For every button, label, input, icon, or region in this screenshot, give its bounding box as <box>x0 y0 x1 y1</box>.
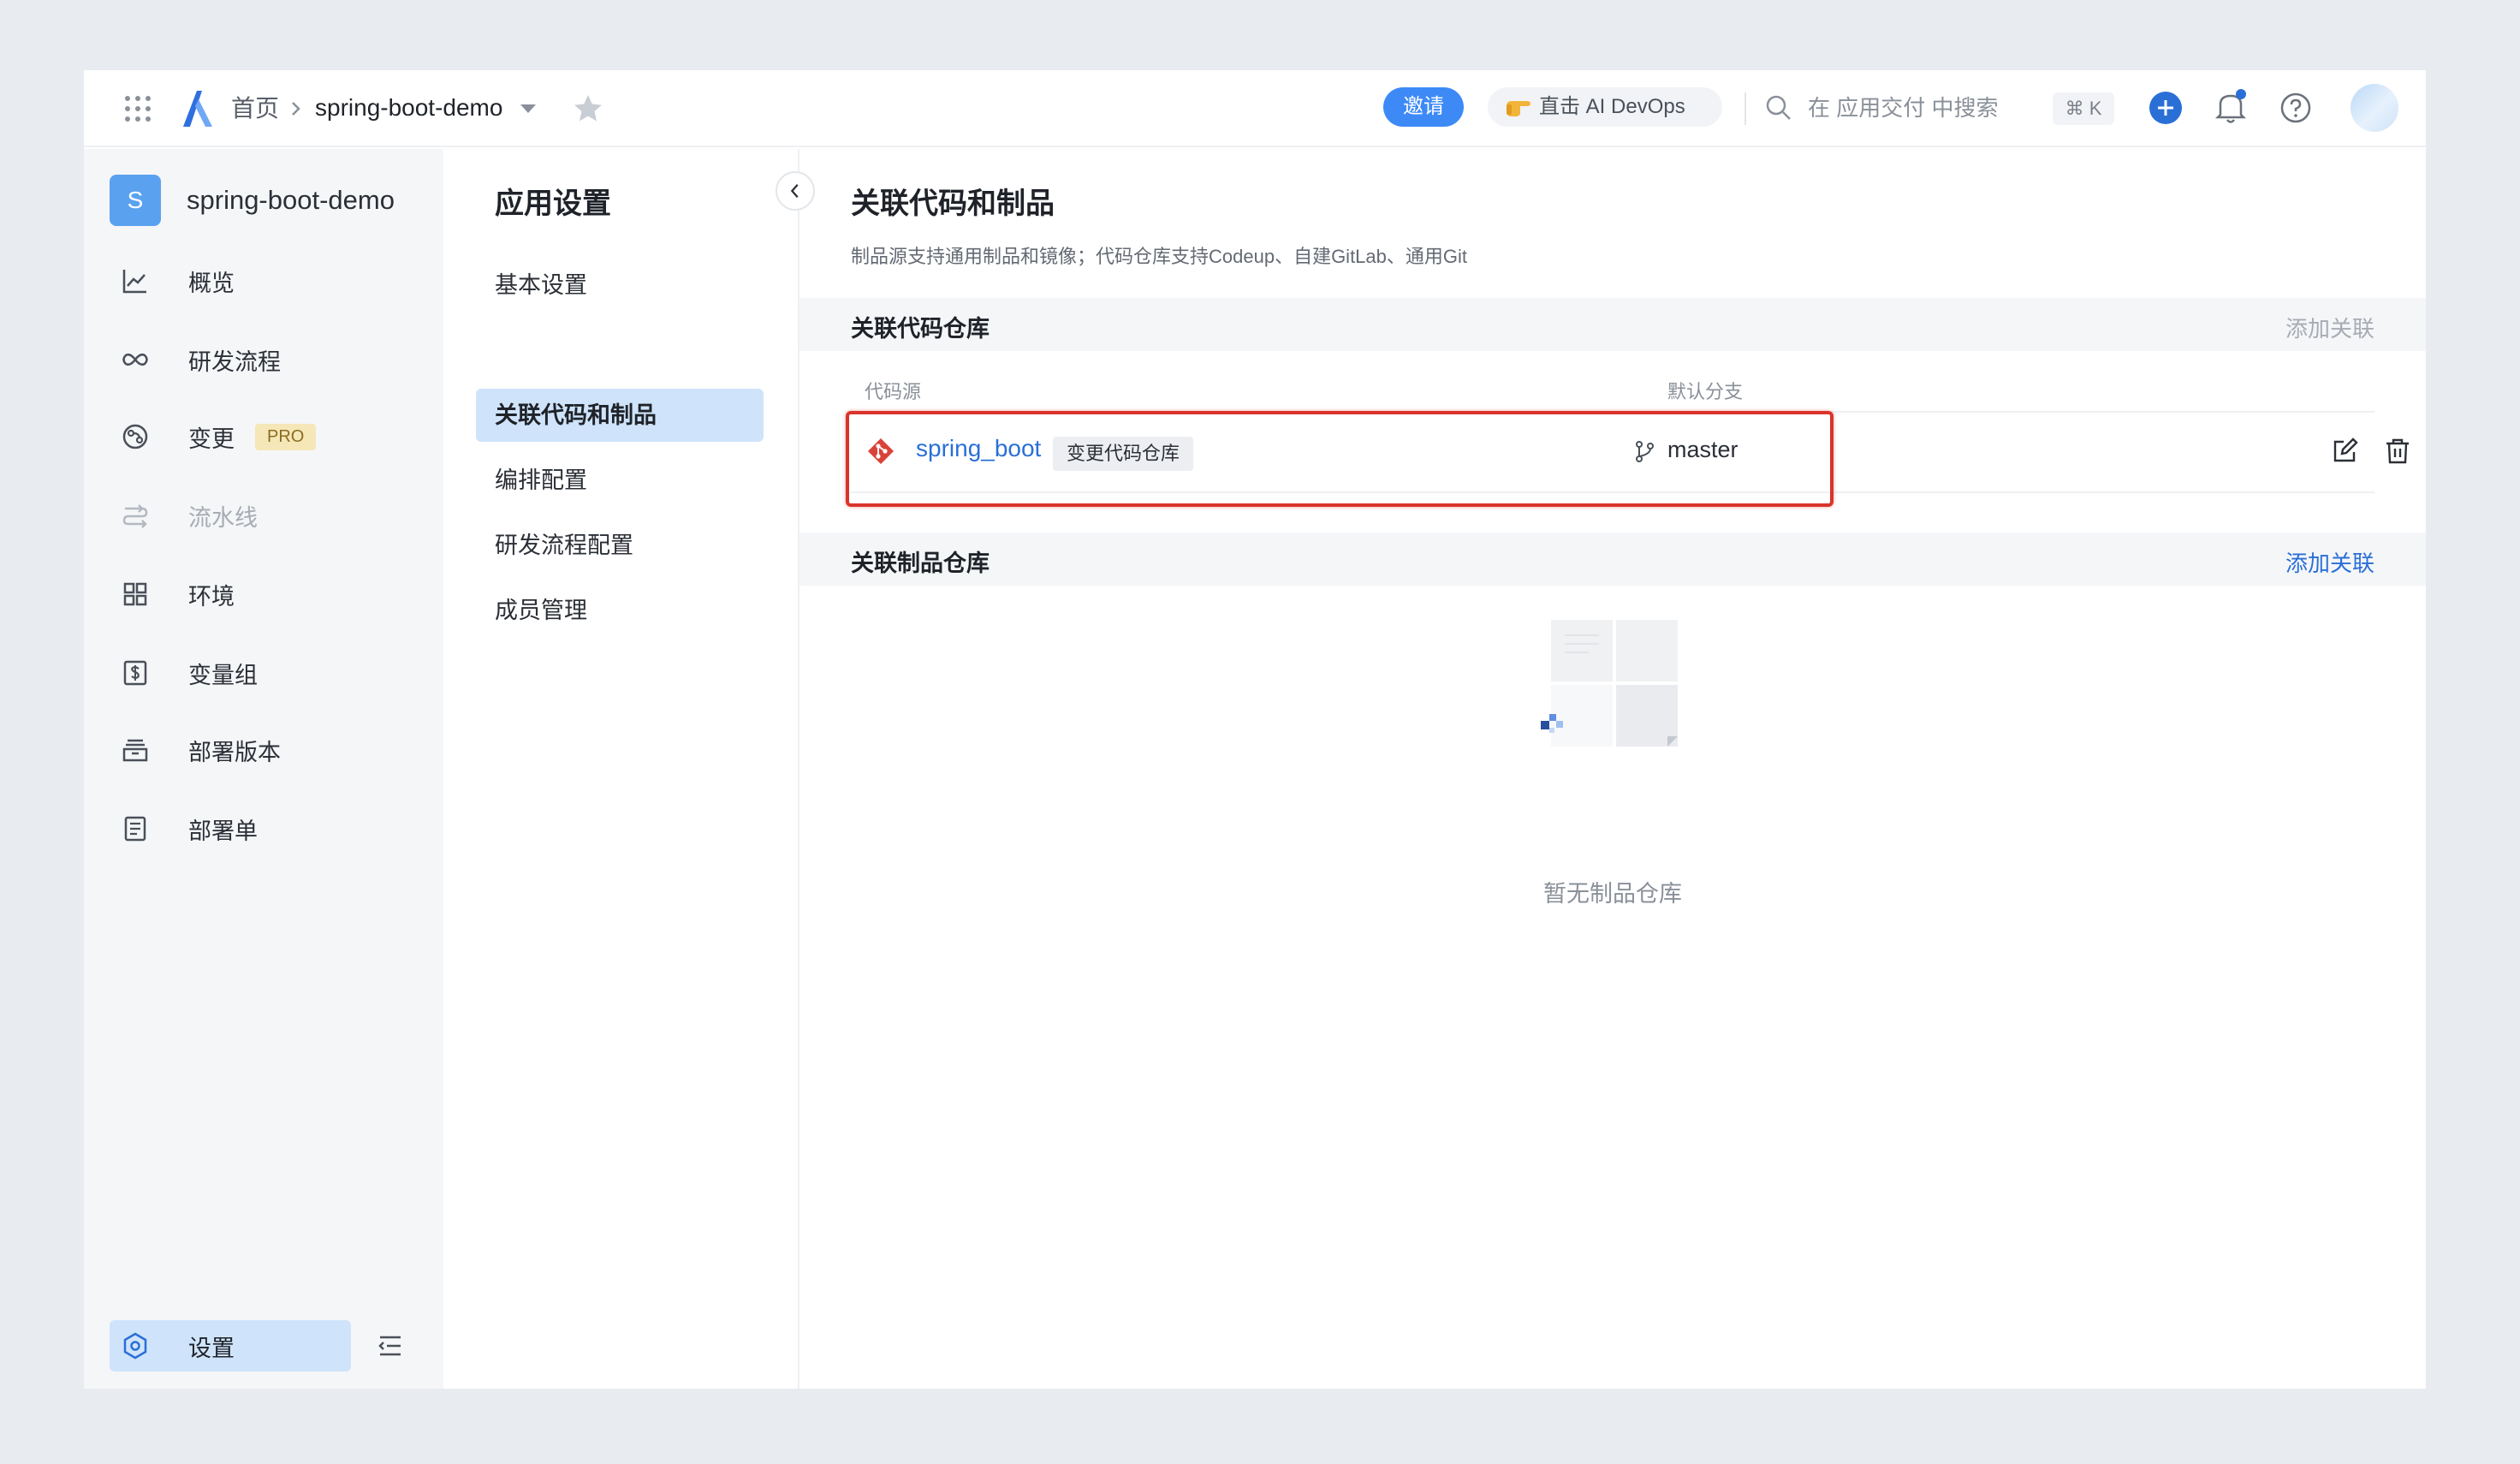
nav-item-label: 部署单 <box>188 818 258 844</box>
ai-devops-button[interactable]: 直击 AI DevOps <box>1488 87 1722 127</box>
nav-item-variable-group[interactable]: 变量组 <box>110 647 383 699</box>
menu-item-members[interactable]: 成员管理 <box>476 584 764 637</box>
left-nav: S spring-boot-demo 概览 研发流程 变更 PRO 流水线 环境… <box>84 149 443 1389</box>
bell-icon[interactable] <box>2212 87 2250 127</box>
logo-icon[interactable] <box>180 89 216 128</box>
caret-down-icon[interactable] <box>519 103 538 115</box>
table-row: spring_boot 变更代码仓库 master <box>851 411 2409 491</box>
nav-item-label: 概览 <box>188 270 235 296</box>
document-icon <box>124 816 146 842</box>
trash-icon[interactable] <box>2383 437 2412 466</box>
menu-item-orchestration[interactable]: 编排配置 <box>476 454 764 507</box>
shortcut-hint: ⌘ K <box>2053 92 2114 125</box>
collapse-panel-icon[interactable] <box>776 171 815 211</box>
nav-item-label: 研发流程 <box>188 348 281 375</box>
nav-item-settings[interactable]: 设置 <box>110 1320 351 1372</box>
repo-name-link[interactable]: spring_boot <box>916 435 1041 462</box>
chart-line-icon <box>122 270 146 294</box>
divider <box>1744 92 1746 125</box>
menu-item-dev-flow-config[interactable]: 研发流程配置 <box>476 519 764 572</box>
menu-item-basic[interactable]: 基本设置 <box>476 259 764 312</box>
settings-menu: 应用设置 基本设置 关联代码和制品 编排配置 研发流程配置 成员管理 <box>443 149 799 1389</box>
search-input[interactable] <box>1808 87 2013 128</box>
settings-hexagon-icon <box>123 1332 147 1360</box>
empty-state-text: 暂无制品仓库 <box>1543 881 1682 907</box>
artifact-section-title: 关联制品仓库 <box>851 550 990 576</box>
nav-item-dev-flow[interactable]: 研发流程 <box>110 334 383 385</box>
chevron-right-icon <box>292 102 300 116</box>
breadcrumb-home[interactable]: 首页 <box>231 92 279 125</box>
invite-button[interactable]: 邀请 <box>1383 87 1464 127</box>
star-icon[interactable] <box>572 92 604 125</box>
settings-label: 设置 <box>188 1335 235 1361</box>
search-icon[interactable] <box>1763 92 1794 123</box>
col-header-branch: 默认分支 <box>1667 381 1744 402</box>
pointing-hand-icon <box>1507 101 1530 116</box>
artifact-section-header: 关联制品仓库 添加关联 <box>799 533 2426 586</box>
nav-item-label: 环境 <box>188 583 235 610</box>
nav-item-deploy-version[interactable]: 部署版本 <box>110 724 383 776</box>
grid-icon <box>123 582 147 606</box>
nav-item-overview[interactable]: 概览 <box>110 255 383 306</box>
grid-apps-icon[interactable] <box>122 92 154 125</box>
nav-item-label: 变更 <box>188 426 235 452</box>
nav-item-pipeline[interactable]: 流水线 <box>110 490 383 541</box>
ai-devops-label: 直击 AI DevOps <box>1539 95 1685 118</box>
git-icon <box>868 438 894 464</box>
app-window: 首页 spring-boot-demo 邀请 直击 AI DevOps ⌘ K <box>84 70 2426 1389</box>
top-bar: 首页 spring-boot-demo 邀请 直击 AI DevOps ⌘ K <box>84 70 2426 147</box>
change-repo-tag[interactable]: 变更代码仓库 <box>1053 437 1194 471</box>
nav-item-deploy-order[interactable]: 部署单 <box>110 803 383 854</box>
collapse-menu-icon[interactable] <box>373 1329 407 1363</box>
table-divider <box>851 491 2374 493</box>
page-description: 制品源支持通用制品和镜像；代码仓库支持Codeup、自建GitLab、通用Git <box>851 246 1467 267</box>
settings-title: 应用设置 <box>495 187 611 220</box>
help-icon[interactable] <box>2279 91 2313 125</box>
empty-state-illustration <box>1541 620 1678 747</box>
edit-icon[interactable] <box>2330 437 2359 466</box>
nav-item-label: 流水线 <box>188 504 258 531</box>
pro-badge: PRO <box>255 423 317 450</box>
change-icon <box>122 424 148 449</box>
default-branch: master <box>1667 437 1738 462</box>
pipeline-icon <box>122 504 148 528</box>
add-artifact-link-button[interactable]: 添加关联 <box>2285 546 2374 578</box>
nav-item-label: 变量组 <box>188 662 258 688</box>
nav-item-change[interactable]: 变更 PRO <box>110 411 383 462</box>
app-header[interactable]: S spring-boot-demo <box>110 175 395 226</box>
main-content: 关联代码和制品 制品源支持通用制品和镜像；代码仓库支持Codeup、自建GitL… <box>799 149 2426 1389</box>
dollar-icon <box>123 660 147 686</box>
infinity-icon <box>122 353 148 366</box>
col-header-source: 代码源 <box>865 381 922 402</box>
nav-item-label: 部署版本 <box>188 739 281 765</box>
nav-item-environment[interactable]: 环境 <box>110 568 383 620</box>
avatar[interactable] <box>2351 84 2398 132</box>
code-section-header: 关联代码仓库 添加关联 <box>799 298 2426 351</box>
menu-item-linked-code[interactable]: 关联代码和制品 <box>476 389 764 442</box>
branch-icon <box>1636 441 1654 462</box>
app-name: spring-boot-demo <box>187 185 395 215</box>
create-plus-icon[interactable] <box>2149 91 2183 125</box>
page-title: 关联代码和制品 <box>851 187 1055 220</box>
archive-icon <box>122 739 148 762</box>
breadcrumb-app[interactable]: spring-boot-demo <box>315 91 502 125</box>
app-badge: S <box>110 175 161 226</box>
add-code-link-button[interactable]: 添加关联 <box>2285 312 2374 343</box>
code-section-title: 关联代码仓库 <box>851 316 990 342</box>
